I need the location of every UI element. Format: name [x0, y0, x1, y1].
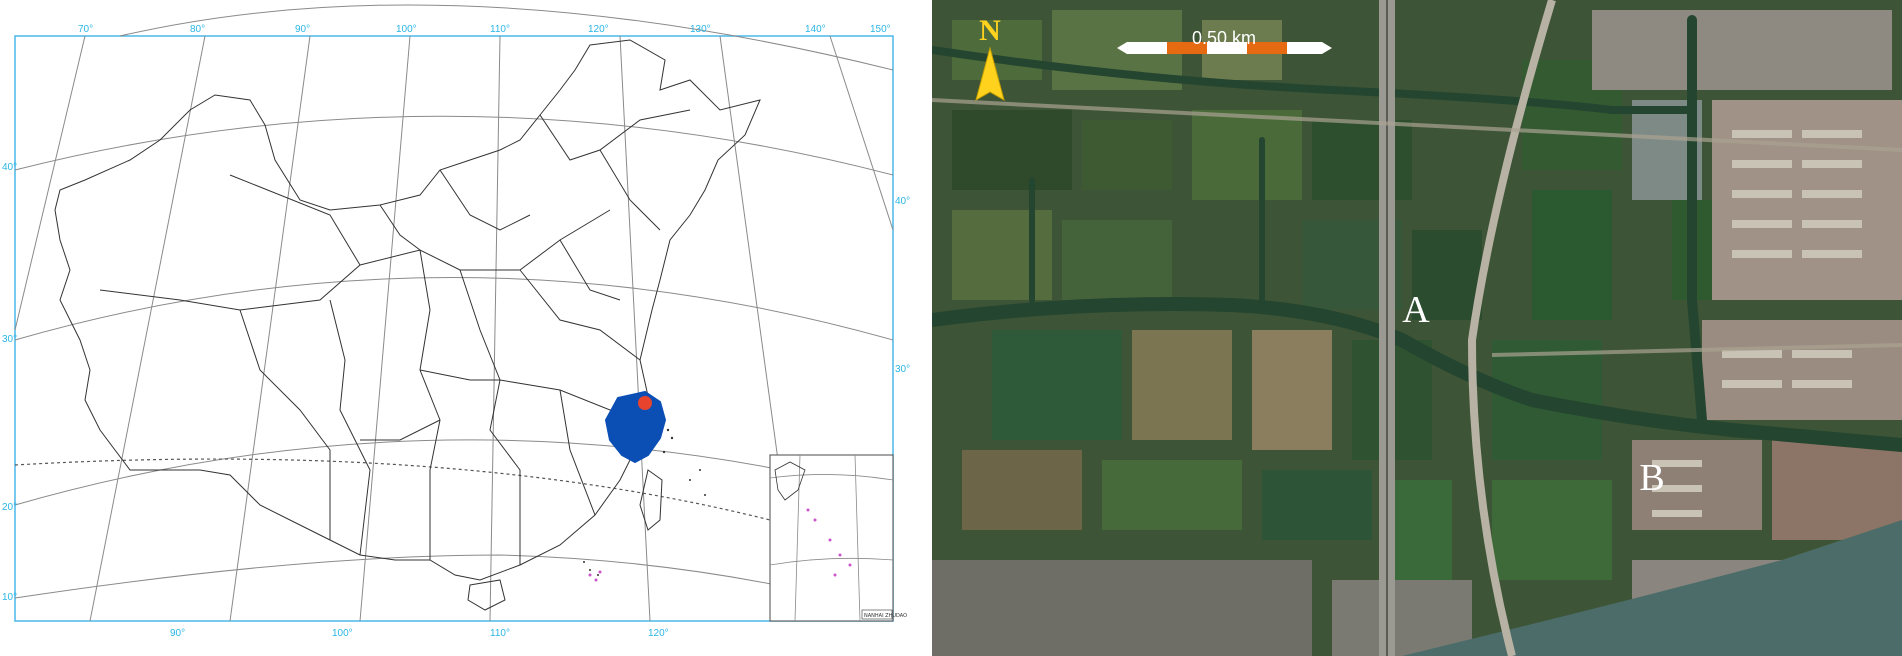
- lat-label-left-10: 10°: [2, 592, 17, 603]
- lat-label-left-30: 30°: [2, 334, 17, 345]
- lon-label-70: 70°: [78, 24, 93, 35]
- lon-label-bottom-100: 100°: [332, 628, 353, 639]
- lon-label-150: 150°: [870, 24, 891, 35]
- satellite-image: N 0.50 km A B: [932, 0, 1902, 656]
- lon-label-130: 130°: [690, 24, 711, 35]
- lon-label-bottom-110: 110°: [490, 628, 510, 639]
- lon-label-120: 120°: [588, 24, 609, 35]
- lon-label-90: 90°: [295, 24, 310, 35]
- south-china-sea-inset: NANHAI ZHUDAO: [769, 454, 907, 622]
- site-b-label: B: [1639, 457, 1664, 499]
- map-frame: [14, 35, 894, 622]
- lon-label-110: 110°: [490, 24, 510, 35]
- study-area-marker: [638, 396, 652, 410]
- china-location-map: NANHAI ZHUDAO 70° 80° 90° 100° 110° 120°…: [2, 4, 910, 639]
- scale-label: 0.50 km: [1192, 28, 1256, 48]
- site-a-label: A: [1402, 289, 1430, 331]
- lon-label-80: 80°: [190, 24, 205, 35]
- lat-label-right-30: 30°: [895, 364, 910, 375]
- lon-label-bottom-90: 90°: [170, 628, 185, 639]
- north-label: N: [979, 14, 1001, 47]
- lon-label-100: 100°: [396, 24, 417, 35]
- lat-label-right-40: 40°: [895, 196, 910, 207]
- lat-label-left-20: 20°: [2, 502, 17, 513]
- lon-label-bottom-120: 120°: [648, 628, 669, 639]
- lon-label-140: 140°: [805, 24, 826, 35]
- inset-label: NANHAI ZHUDAO: [864, 613, 907, 619]
- lat-label-left-40: 40°: [2, 162, 17, 173]
